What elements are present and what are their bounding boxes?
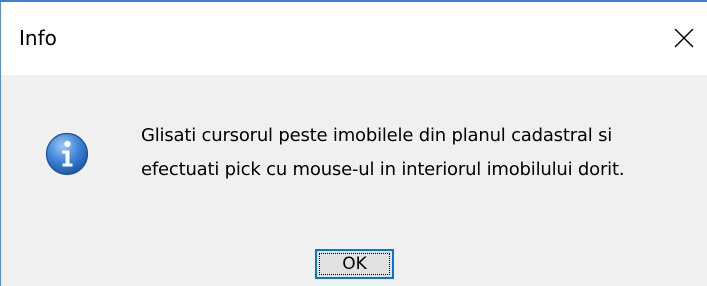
message-line-1: Glisati cursorul peste imobilele din pla… [141,125,613,146]
info-icon [45,132,89,176]
dialog-content: Glisati cursorul peste imobilele din pla… [1,75,707,286]
window-title: Info [19,26,57,50]
title-bar[interactable]: Info [1,2,707,75]
ok-button[interactable]: OK [315,249,394,279]
close-button[interactable] [661,2,707,75]
message-text: Glisati cursorul peste imobilele din pla… [141,119,701,187]
info-dialog: Info Glisati cursorul peste imobilele di… [0,0,707,286]
ok-button-label: OK [342,254,367,274]
close-icon [674,28,694,48]
message-line-2: efectuati pick cu mouse-ul in interiorul… [141,159,625,180]
